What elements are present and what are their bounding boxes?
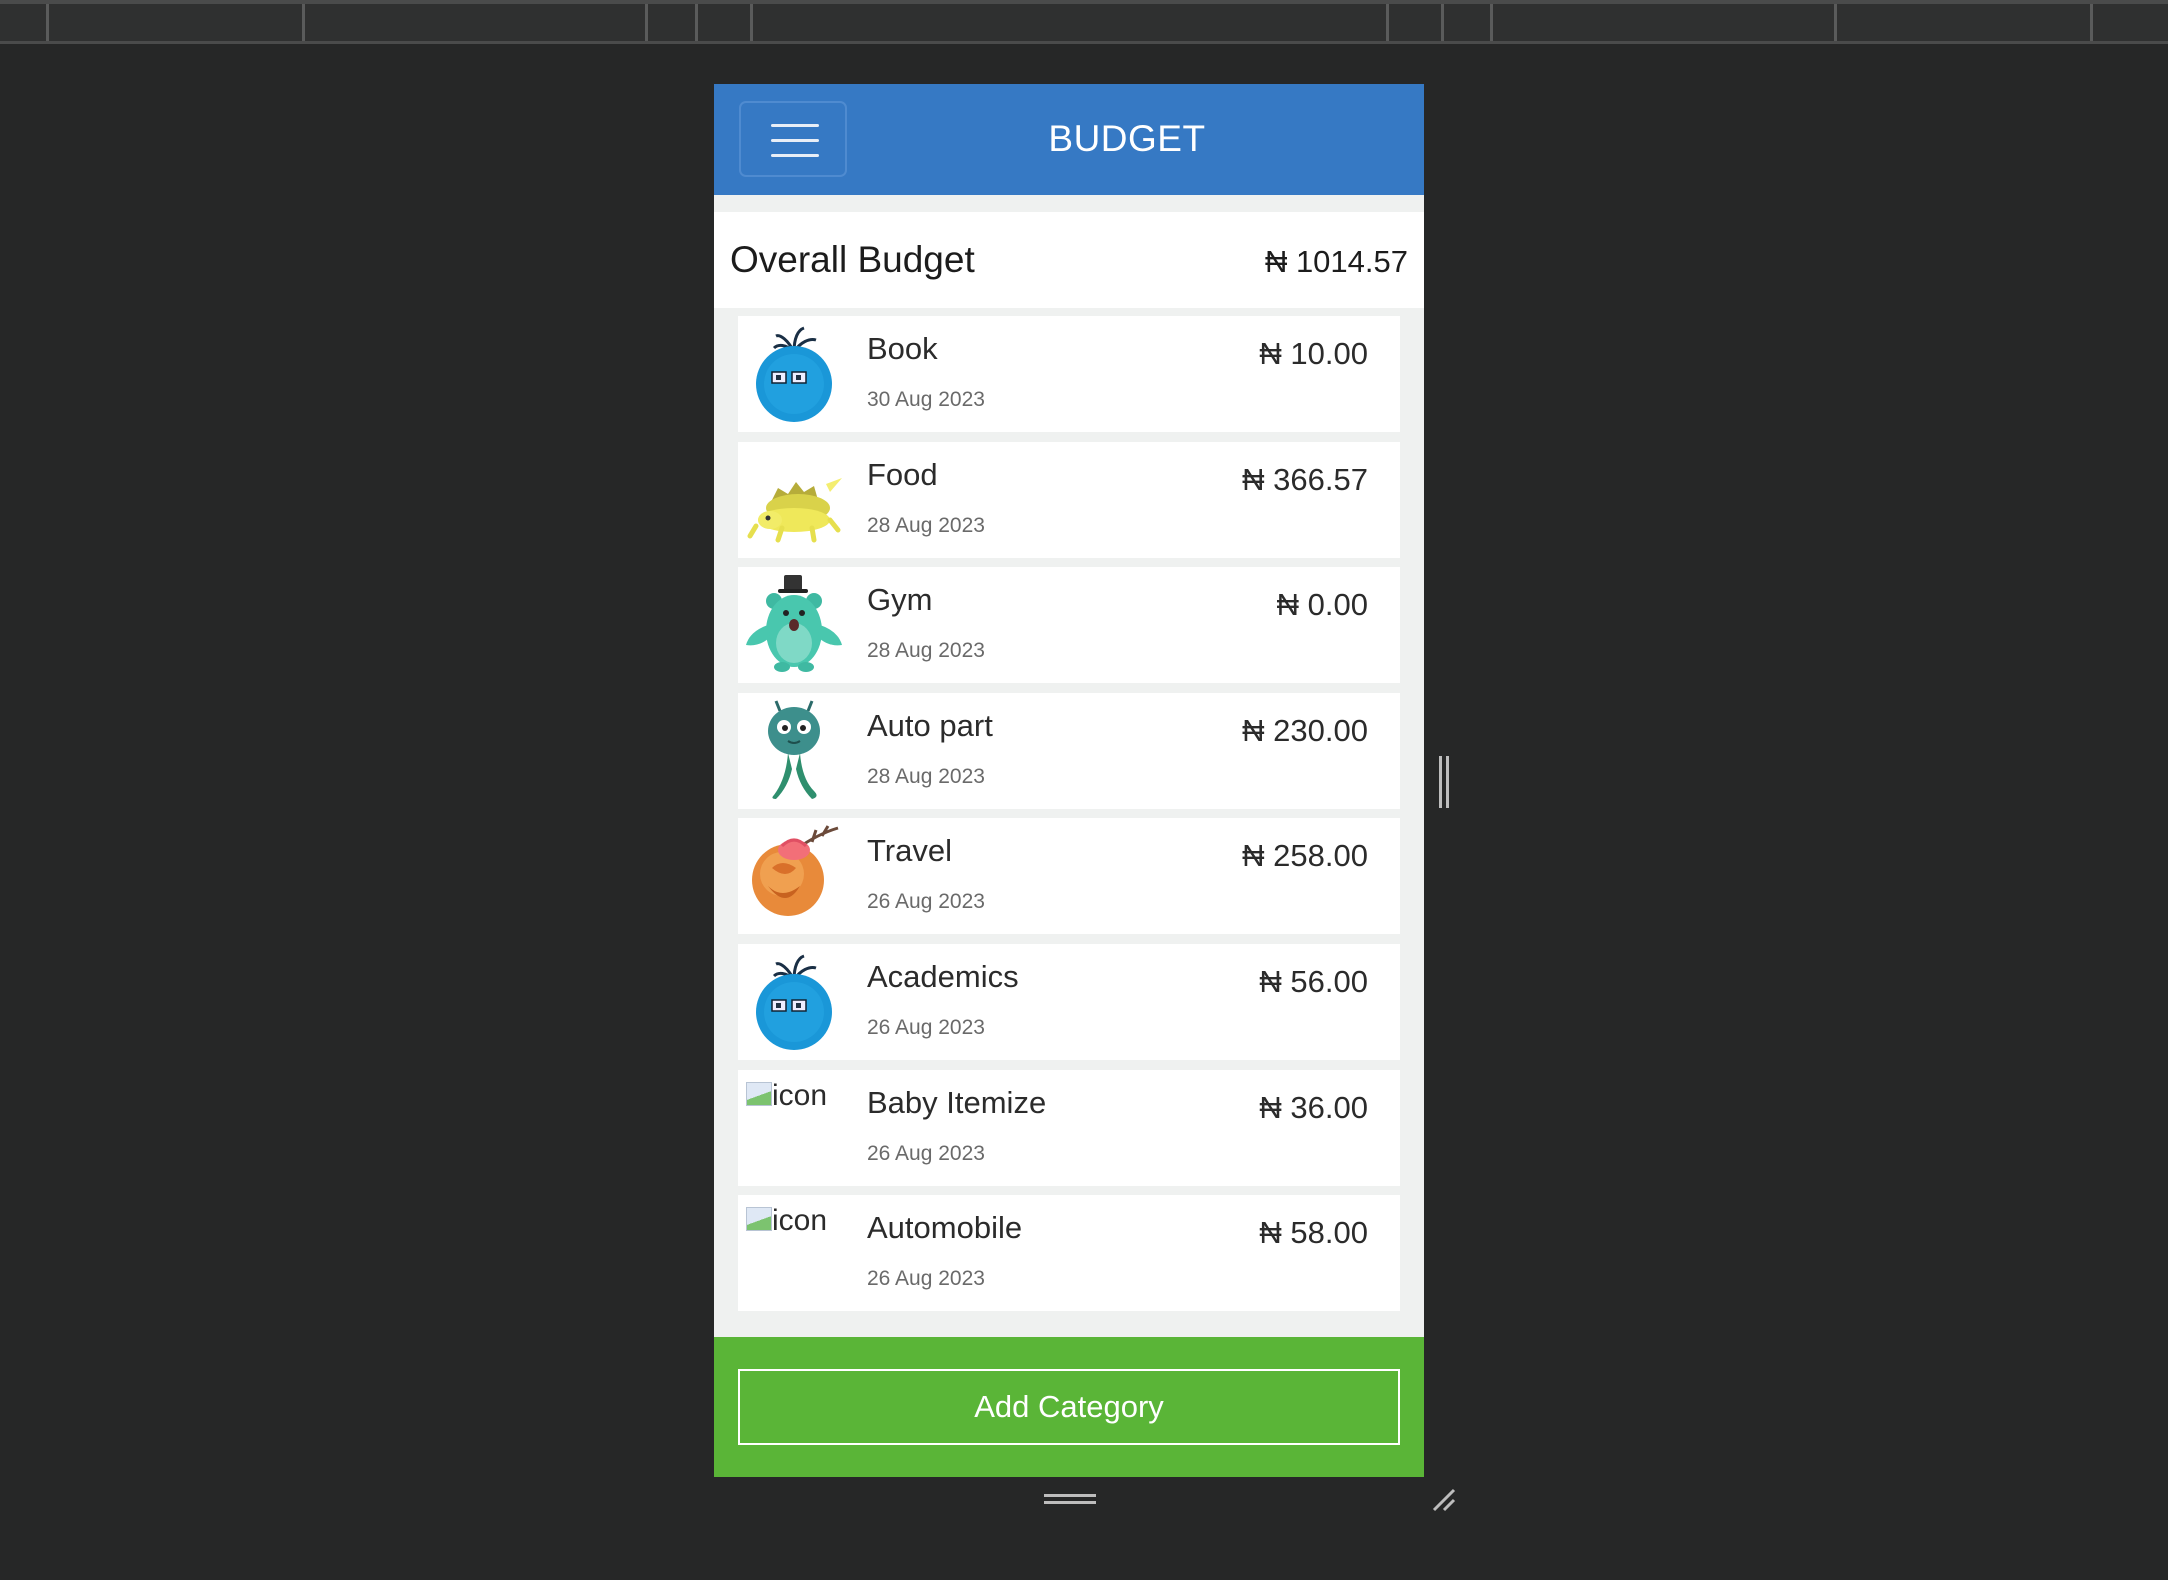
broken-image-icon: icon: [746, 1078, 828, 1116]
overall-budget-amount: ₦ 1014.57: [1264, 244, 1408, 279]
category-name: Baby Itemize: [867, 1084, 1047, 1120]
category-amount: ₦ 56.00: [1259, 963, 1368, 999]
category-date: 28 Aug 2023: [867, 639, 985, 663]
category-date: 30 Aug 2023: [867, 388, 985, 411]
category-name: Travel: [867, 833, 952, 869]
ruler-tick: [1441, 4, 1444, 41]
category-date: 26 Aug 2023: [867, 890, 985, 914]
category-date: 26 Aug 2023: [867, 1015, 985, 1039]
page-title: BUDGET: [1048, 118, 1206, 159]
category-amount: ₦ 36.00: [1259, 1089, 1368, 1125]
category-item-baby-itemize[interactable]: icon Baby Itemize 26 Aug 2023 ₦ 36.00: [738, 1069, 1400, 1186]
category-date: 28 Aug 2023: [867, 764, 985, 788]
category-item-academics[interactable]: Academics 26 Aug 2023 ₦ 56.00: [738, 943, 1400, 1060]
image-alt-text: icon: [772, 1204, 828, 1238]
category-amount: ₦ 58.00: [1259, 1215, 1368, 1251]
teal-bear-icon: [746, 575, 842, 673]
category-date: 26 Aug 2023: [867, 1141, 985, 1165]
category-name: Gym: [867, 582, 933, 618]
blue-monster-icon: [756, 326, 832, 422]
category-name: Auto part: [867, 707, 993, 743]
resize-handle-right[interactable]: [1439, 756, 1451, 808]
teal-alien-icon: [768, 700, 820, 799]
ruler-tick: [645, 4, 648, 41]
app-viewport: BUDGET Overall Budget ₦ 1014.57 Book 30 …: [714, 84, 1424, 1477]
category-name: Automobile: [867, 1210, 1023, 1246]
device-toolbar-ruler: [0, 0, 2168, 44]
ruler-tick: [2090, 4, 2093, 41]
ruler-tick: [46, 4, 49, 41]
app-header: BUDGET: [714, 84, 1424, 195]
broken-image-icon: icon: [746, 1205, 827, 1241]
category-item-auto-part[interactable]: Auto part 28 Aug 2023 ₦ 230.00: [738, 692, 1400, 809]
category-list: Book 30 Aug 2023 ₦ 10.00 Food 28 Aug 202…: [738, 316, 1400, 1321]
broken-image-glyph: [746, 1207, 772, 1232]
category-amount: ₦ 258.00: [1242, 838, 1368, 874]
category-name: Food: [867, 456, 938, 492]
ruler-tick: [695, 4, 698, 41]
category-date: 26 Aug 2023: [867, 1267, 985, 1291]
ruler-tick: [1386, 4, 1389, 41]
category-item-book[interactable]: Book 30 Aug 2023 ₦ 10.00: [738, 316, 1400, 432]
category-amount: ₦ 230.00: [1242, 712, 1368, 748]
overall-budget-row: Overall Budget ₦ 1014.57: [714, 212, 1424, 308]
resize-corner-icon[interactable]: [1430, 1486, 1458, 1514]
blue-monster-icon: [756, 954, 832, 1050]
category-item-gym[interactable]: Gym 28 Aug 2023 ₦ 0.00: [738, 567, 1400, 684]
footer-bar: Add Category: [714, 1337, 1424, 1477]
orange-rose-icon: [752, 825, 839, 917]
add-category-button[interactable]: Add Category: [738, 1369, 1400, 1445]
category-amount: ₦ 0.00: [1276, 587, 1368, 623]
category-item-automobile[interactable]: icon Automobile 26 Aug 2023 ₦ 58.00: [738, 1195, 1400, 1312]
ruler-tick: [750, 4, 753, 41]
image-alt-text: icon: [772, 1078, 828, 1112]
ruler-tick: [1490, 4, 1493, 41]
category-item-food[interactable]: Food 28 Aug 2023 ₦ 366.57: [738, 441, 1400, 558]
category-name: Book: [867, 331, 938, 366]
category-amount: ₦ 10.00: [1259, 336, 1368, 371]
broken-image-glyph: [746, 1081, 772, 1106]
category-name: Academics: [867, 958, 1019, 994]
yellow-turtle-icon: [747, 477, 842, 543]
ruler-tick: [302, 4, 305, 41]
ruler-tick: [1834, 4, 1837, 41]
resize-handle-bottom[interactable]: [1044, 1494, 1096, 1506]
category-item-travel[interactable]: Travel 26 Aug 2023 ₦ 258.00: [738, 818, 1400, 935]
overall-budget-label: Overall Budget: [730, 239, 975, 280]
category-date: 28 Aug 2023: [867, 513, 985, 537]
category-amount: ₦ 366.57: [1242, 461, 1368, 497]
